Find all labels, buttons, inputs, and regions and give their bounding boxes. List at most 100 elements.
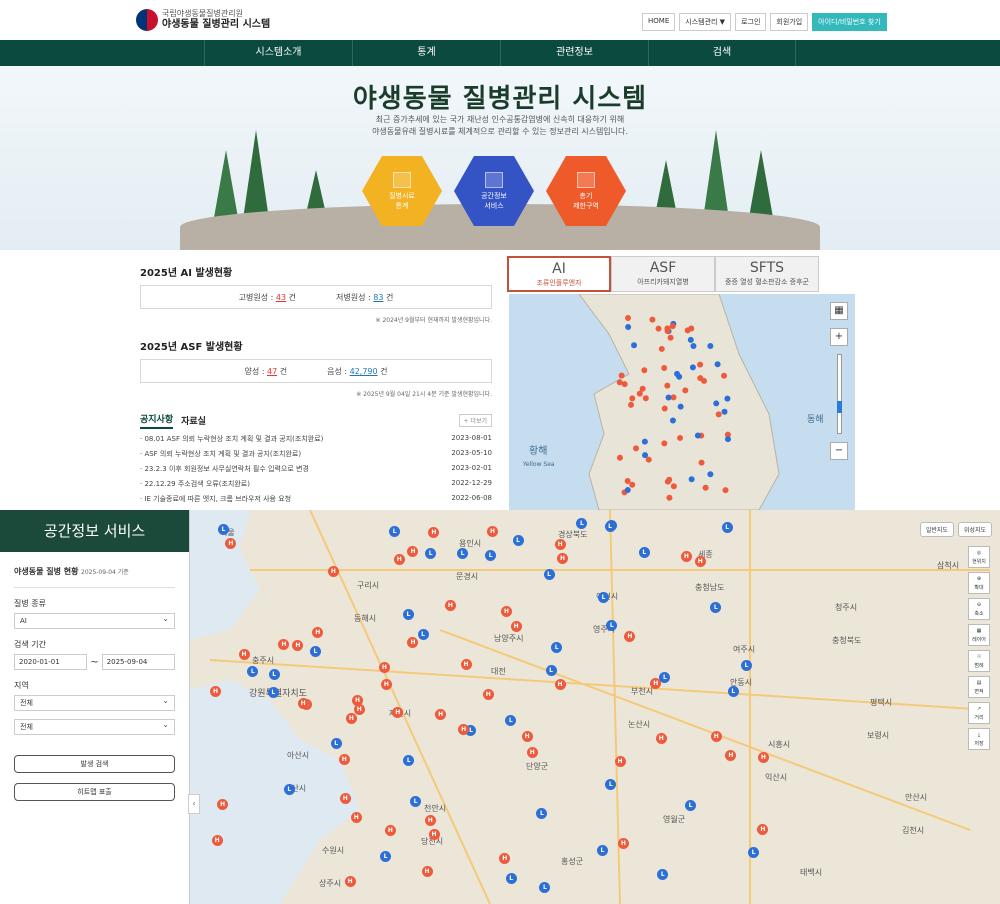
mini-map-marker[interactable] — [682, 387, 689, 394]
zoom-out-icon[interactable]: ⊖ 축소 — [968, 598, 990, 620]
mini-map-marker[interactable] — [688, 476, 695, 483]
date-from-input[interactable]: 2020-01-01 — [14, 654, 88, 670]
ai-high-marker[interactable]: H — [680, 550, 692, 562]
mini-map-marker[interactable] — [697, 361, 704, 368]
ai-high-marker[interactable]: H — [458, 723, 470, 735]
nav-item-intro[interactable]: 시스템소개 — [204, 40, 352, 66]
nav-item-stats[interactable]: 통계 — [352, 40, 500, 66]
mini-map-marker[interactable] — [702, 484, 709, 491]
mini-map-marker[interactable] — [687, 336, 694, 343]
asf-negative-count[interactable]: 42,790 — [350, 367, 378, 376]
mini-map-marker[interactable] — [714, 361, 721, 368]
ai-high-marker[interactable]: H — [500, 605, 512, 617]
mini-map-marker[interactable] — [722, 487, 729, 494]
ai-low-marker[interactable]: L — [727, 685, 739, 697]
zoom-handle[interactable] — [836, 401, 842, 413]
mini-map-marker[interactable] — [629, 481, 636, 488]
region-select-1[interactable]: 전체 — [14, 694, 175, 711]
ai-high-marker[interactable]: H — [710, 730, 722, 742]
ai-high-marker[interactable]: H — [482, 689, 494, 701]
tab-sfts[interactable]: SFTS 중증 열성 혈소판감소 증후군 — [715, 256, 819, 292]
date-to-input[interactable]: 2025-09-04 — [101, 654, 175, 670]
mini-map-marker[interactable] — [631, 342, 638, 349]
notice-item[interactable]: · IE 기술종료에 따른 엣지, 크롬 브라우저 사용 요청 2022-06-0… — [140, 494, 492, 504]
mini-map[interactable]: 황해 Yellow Sea 동해 — [509, 294, 855, 510]
mini-map-marker[interactable] — [627, 401, 634, 408]
mini-map-marker[interactable] — [721, 408, 728, 415]
mini-map-marker[interactable] — [641, 438, 648, 445]
mini-map-marker[interactable] — [707, 343, 714, 350]
mini-map-marker[interactable] — [661, 365, 668, 372]
ai-low-marker[interactable]: L — [417, 628, 429, 640]
mini-map-marker[interactable] — [625, 323, 632, 330]
distance-icon[interactable]: ↗ 거리 — [968, 702, 990, 724]
zoom-in-icon[interactable]: + — [830, 328, 848, 346]
mini-map-marker[interactable] — [669, 323, 676, 330]
ai-low-marker[interactable]: L — [638, 546, 650, 558]
ai-high-marker[interactable]: H — [238, 648, 250, 660]
mini-map-marker[interactable] — [669, 417, 676, 424]
mini-map-marker[interactable] — [629, 395, 636, 402]
search-button[interactable]: 발생 검색 — [14, 755, 175, 773]
mini-map-marker[interactable] — [649, 316, 656, 323]
ai-low-marker[interactable]: L — [268, 668, 280, 680]
ai-low-marker[interactable]: L — [545, 665, 557, 677]
ai-high-marker[interactable]: H — [421, 865, 433, 877]
ai-low-marker[interactable]: L — [598, 591, 610, 603]
ai-high-marker[interactable]: H — [554, 678, 566, 690]
map-layer-icon[interactable]: ▦ — [830, 302, 848, 320]
zoom-in-icon[interactable]: ⊕ 확대 — [968, 572, 990, 594]
mini-map-marker[interactable] — [664, 478, 671, 485]
ai-high-marker[interactable]: H — [655, 732, 667, 744]
ai-high-marker[interactable]: H — [521, 730, 533, 742]
tab-asf[interactable]: ASF 아프리카돼지열병 — [611, 256, 715, 292]
mini-map-marker[interactable] — [690, 343, 697, 350]
mini-map-marker[interactable] — [689, 364, 696, 371]
mini-map-marker[interactable] — [624, 486, 631, 493]
notice-item[interactable]: · 23.2.3 이후 회원정보 사무실연락처 필수 입력으로 변경 2023-0… — [140, 464, 492, 474]
ai-high-marker[interactable]: H — [428, 828, 440, 840]
main-map[interactable]: 서울구리시남양주시부천시시흥시안산시수원시용인시이천시여주시평택시아산시천안시홍… — [190, 510, 1000, 904]
notice-item[interactable]: · 22.12.29 주소검색 오류(조치완료) 2022-12-29 — [140, 479, 492, 489]
mini-map-marker[interactable] — [698, 459, 705, 466]
site-logo[interactable]: 국립야생동물질병관리원 야생동물 질병관리 시스템 — [136, 9, 270, 31]
ai-low-marker[interactable]: L — [539, 881, 551, 893]
mini-map-marker[interactable] — [642, 395, 649, 402]
ai-low-marker[interactable]: L — [217, 523, 229, 535]
mini-map-marker[interactable] — [661, 405, 668, 412]
satellite-map-tab[interactable]: 위성지도 — [957, 522, 992, 537]
ai-high-marker[interactable]: H — [217, 798, 229, 810]
ai-high-marker[interactable]: H — [694, 555, 706, 567]
mini-map-marker[interactable] — [632, 445, 639, 452]
system-admin-dropdown[interactable]: 시스템관리 ▼ — [679, 13, 732, 31]
ai-low-marker[interactable]: L — [604, 520, 616, 532]
ai-low-marker[interactable]: L — [403, 754, 415, 766]
hunting-restriction-link[interactable]: 총기 제한구역 — [546, 156, 626, 226]
collapse-sidebar-icon[interactable]: ‹ — [188, 794, 200, 814]
locate-icon[interactable]: ◎ 현위치 — [968, 546, 990, 568]
mini-map-marker[interactable] — [658, 345, 665, 352]
ai-high-marker[interactable]: H — [556, 552, 568, 564]
mini-map-marker[interactable] — [664, 325, 671, 332]
mini-map-marker[interactable] — [624, 477, 631, 484]
ai-high-marker[interactable]: H — [510, 621, 522, 633]
ai-low-marker[interactable]: L — [309, 645, 321, 657]
ai-high-marker[interactable]: H — [338, 753, 350, 765]
ai-low-marker[interactable]: L — [721, 522, 733, 534]
mini-map-marker[interactable] — [715, 411, 722, 418]
nav-item-search[interactable]: 검색 — [648, 40, 796, 66]
ai-high-marker[interactable]: H — [526, 747, 538, 759]
ai-high-marker[interactable]: H — [435, 708, 447, 720]
ai-high-marker[interactable]: H — [614, 755, 626, 767]
ai-low-marker[interactable]: L — [457, 547, 469, 559]
disease-kind-select[interactable]: AI — [14, 612, 175, 629]
mini-map-marker[interactable] — [655, 325, 662, 332]
mini-map-marker[interactable] — [674, 370, 681, 377]
mini-map-marker[interactable] — [645, 456, 652, 463]
mini-map-marker[interactable] — [724, 436, 731, 443]
asf-positive-count[interactable]: 47 — [267, 367, 277, 376]
ai-low-marker[interactable]: L — [551, 641, 563, 653]
ai-high-marker[interactable]: H — [327, 565, 339, 577]
mini-map-marker[interactable] — [713, 400, 720, 407]
notice-item[interactable]: · ASF 의뢰 누락현상 조치 계획 및 결과 공지(조치완료) 2023-05… — [140, 449, 492, 459]
